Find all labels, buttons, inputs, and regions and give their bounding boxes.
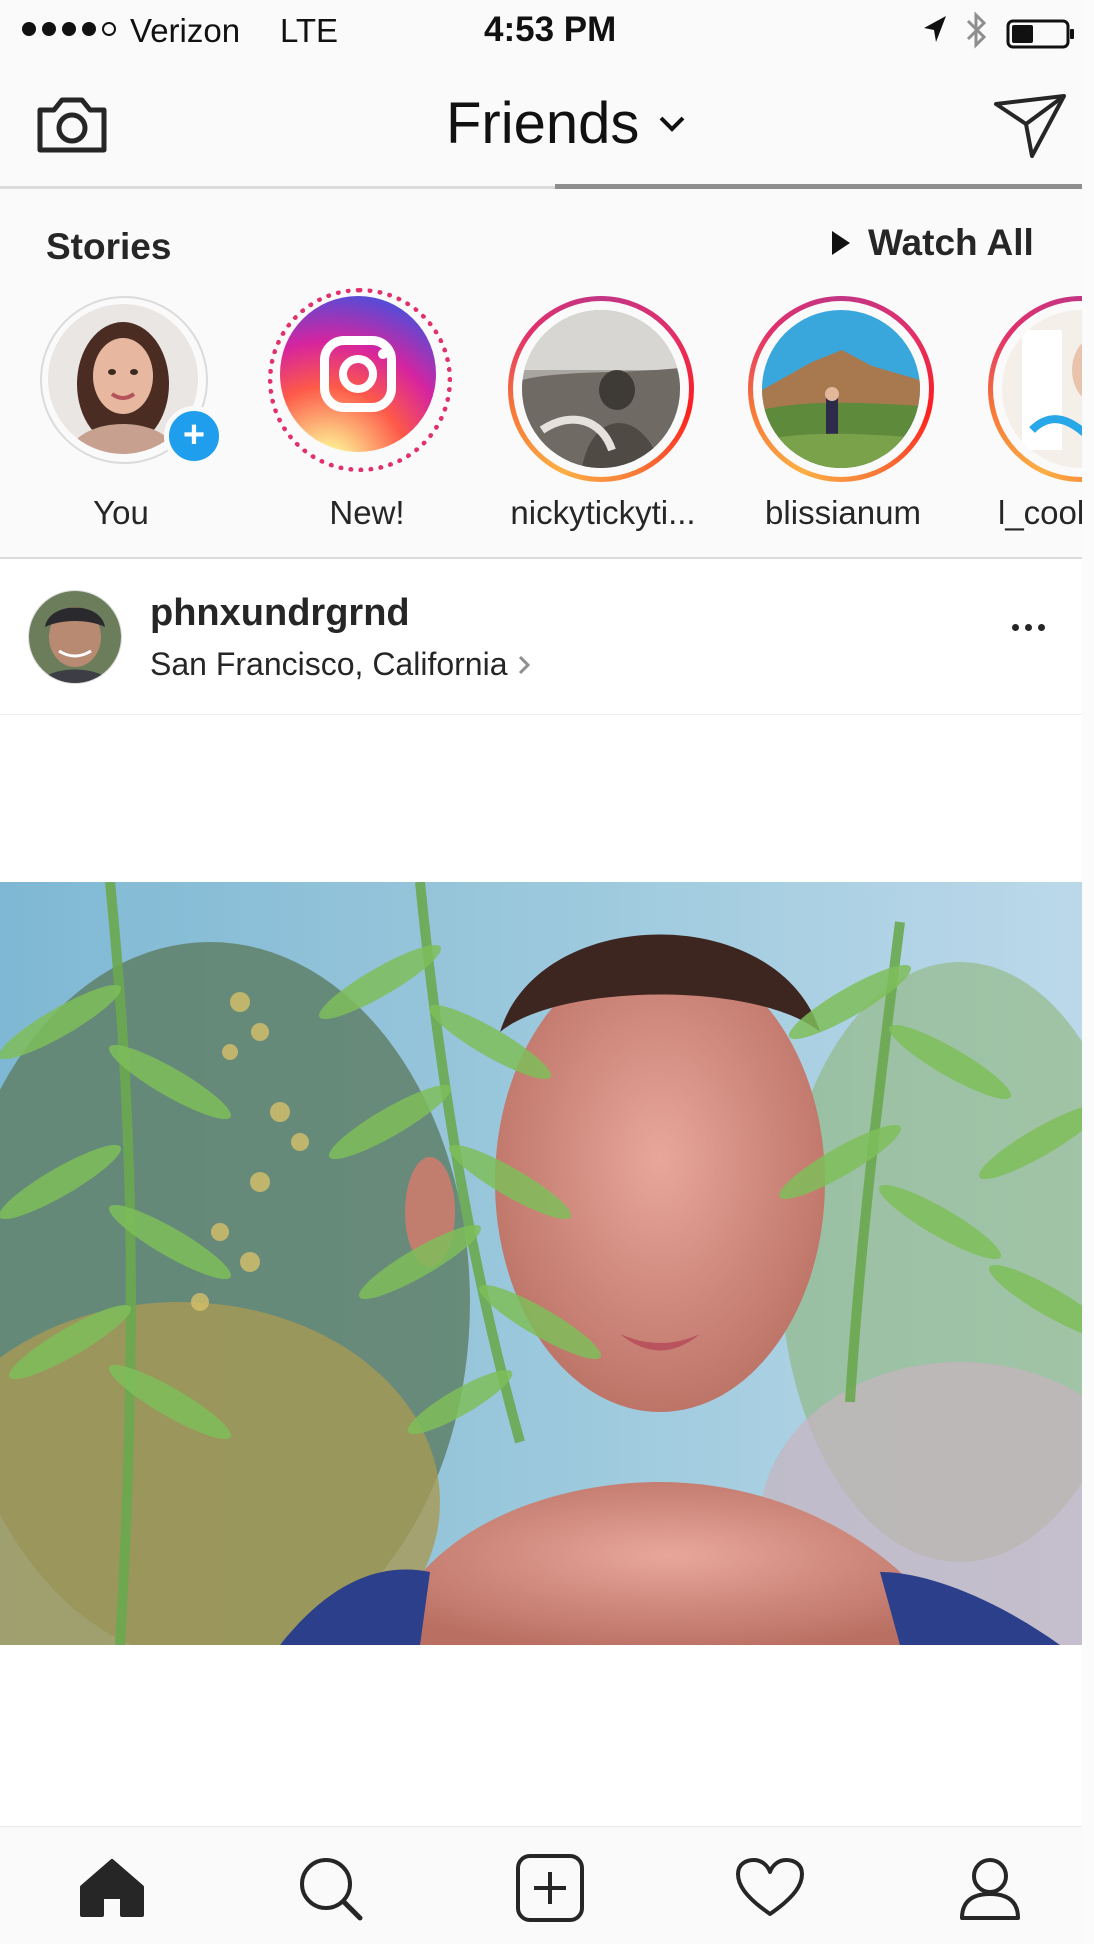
battery-icon xyxy=(1006,19,1074,49)
watch-all-label: Watch All xyxy=(868,222,1034,263)
home-icon xyxy=(80,1859,144,1917)
dot xyxy=(1012,624,1019,631)
tab-search[interactable] xyxy=(292,1852,368,1924)
search-icon xyxy=(300,1858,363,1921)
page-title: Friends xyxy=(446,91,640,156)
avatar xyxy=(762,310,920,468)
signal-dot xyxy=(22,22,36,36)
dot xyxy=(1038,624,1045,631)
post-username[interactable]: phnxundrgrnd xyxy=(150,592,410,635)
tab-new-post[interactable] xyxy=(512,1852,588,1924)
story-name: You xyxy=(93,494,149,531)
avatar xyxy=(522,310,680,468)
add-story-badge[interactable]: + xyxy=(164,406,224,466)
location-arrow-icon xyxy=(924,16,946,42)
play-icon xyxy=(832,231,850,255)
signal-dot xyxy=(82,22,96,36)
story-name: l_cool xyxy=(998,494,1085,531)
story-name: blissianum xyxy=(765,494,921,531)
watch-all-button[interactable]: Watch All xyxy=(830,222,1034,264)
post-divider xyxy=(0,714,1094,715)
bluetooth-icon xyxy=(966,11,987,49)
signal-dot xyxy=(42,22,56,36)
chevron-down-icon xyxy=(659,116,685,132)
app-content: Verizon LTE 4:53 PM Friends Stories Watc… xyxy=(0,0,1094,1944)
post-location-link[interactable]: San Francisco, California xyxy=(150,646,531,683)
avatar[interactable] xyxy=(28,590,122,684)
more-options-button[interactable] xyxy=(1006,618,1051,637)
signal-strength-icon xyxy=(22,22,116,36)
feed-filter-dropdown[interactable]: Friends xyxy=(446,90,687,157)
tab-profile[interactable] xyxy=(952,1852,1028,1924)
post-photo[interactable] xyxy=(0,882,1094,1645)
add-post-icon xyxy=(516,1854,584,1922)
stories-heading: Stories xyxy=(46,226,172,267)
story-name: New! xyxy=(329,494,405,531)
heart-icon xyxy=(736,1858,804,1916)
instagram-logo-icon xyxy=(280,296,436,452)
carrier-name: Verizon xyxy=(130,12,241,49)
profile-icon xyxy=(960,1858,1020,1920)
story-name: nickytickyti... xyxy=(510,494,696,531)
tab-activity[interactable] xyxy=(732,1852,808,1924)
post-location: San Francisco, California xyxy=(150,646,508,682)
status-bar: Verizon LTE 4:53 PM xyxy=(0,0,1094,60)
camera-icon[interactable] xyxy=(34,90,110,158)
signal-dot-empty xyxy=(102,22,116,36)
chevron-right-icon xyxy=(519,655,531,674)
signal-dot xyxy=(62,22,76,36)
network-type: LTE xyxy=(280,12,339,49)
paper-plane-icon[interactable] xyxy=(992,90,1068,160)
tab-home[interactable] xyxy=(74,1852,150,1924)
dot xyxy=(1025,624,1032,631)
app-frame: Verizon LTE 4:53 PM Friends Stories Watc… xyxy=(0,0,1094,1944)
status-time: 4:53 PM xyxy=(484,10,617,49)
edge-strip xyxy=(1082,0,1094,1944)
post-header xyxy=(0,559,1094,715)
